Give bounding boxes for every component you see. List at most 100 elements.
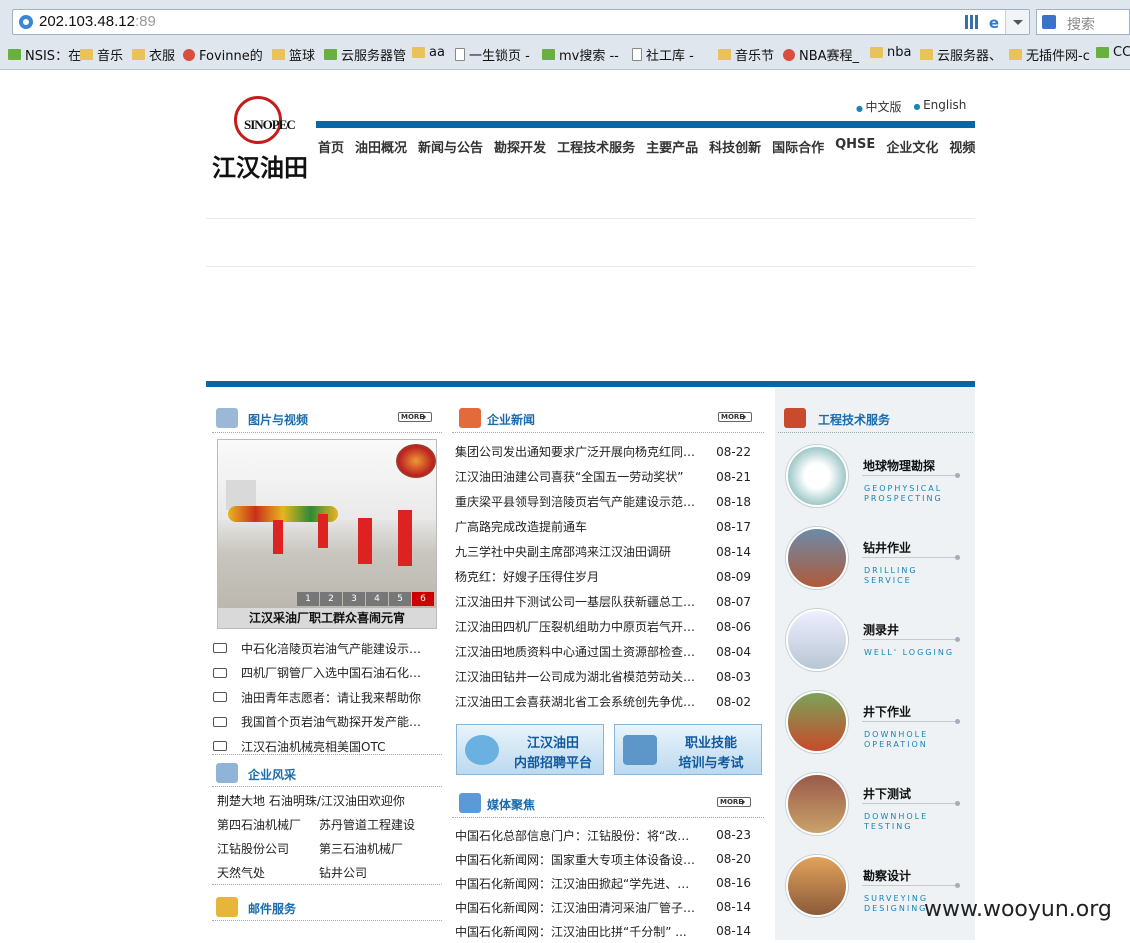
news-row[interactable]: 中国石化新闻网：江汉油田掀起“学先进、促... 08-16 xyxy=(455,871,751,895)
address-dropdown-button[interactable] xyxy=(1005,10,1029,34)
pager-button[interactable]: 5 xyxy=(389,592,411,606)
news-title[interactable]: 中国石化新闻网：江汉油田清河采油厂管子站... xyxy=(455,899,699,916)
pager-button[interactable]: 4 xyxy=(366,592,388,606)
service-item[interactable]: 钻井作业 DRILLING SERVICE xyxy=(786,527,976,609)
training-banner[interactable]: 职业技能 培训与考试 xyxy=(614,724,762,775)
bookmark-item[interactable]: 篮球 xyxy=(272,45,315,64)
news-row[interactable]: 中国石化新闻网：江汉油田清河采油厂管子站... 08-14 xyxy=(455,895,751,919)
bookmark-item[interactable]: 社工库 - xyxy=(632,45,694,64)
bookmark-item[interactable]: 衣服 xyxy=(132,45,175,64)
bookmark-item[interactable]: 一生锁页 - xyxy=(455,45,530,64)
news-row[interactable]: 中国石化新闻网：国家重大专项主体设备设计... 08-20 xyxy=(455,847,751,871)
bookmark-item[interactable]: aa xyxy=(412,45,445,60)
news-title[interactable]: 江汉油田四机厂压裂机组助力中原页岩气开发... xyxy=(455,618,699,635)
nav-item[interactable]: 首页 xyxy=(318,137,344,156)
nav-item[interactable]: 主要产品 xyxy=(646,137,698,156)
news-title[interactable]: 中国石化新闻网：国家重大专项主体设备设计... xyxy=(455,851,699,868)
news-title[interactable]: 江汉油田油建公司喜获“全国五一劳动奖状” xyxy=(455,468,699,485)
service-item[interactable]: 测录井 WELL' LOGGING xyxy=(786,609,976,691)
news-row[interactable]: 江汉油田井下测试公司一基层队获新疆总工会... 08-07 xyxy=(455,589,751,614)
ie-compat-icon[interactable]: e xyxy=(989,14,999,32)
bookmark-item[interactable]: NSIS：在 xyxy=(8,45,81,64)
media-more-button[interactable]: MORE xyxy=(717,797,751,807)
mail-service-title[interactable]: 邮件服务 xyxy=(248,900,296,917)
style-link[interactable]: 钻井公司 xyxy=(319,864,367,881)
bookmark-item[interactable]: Fovinne的 xyxy=(183,45,263,64)
company-news-title[interactable]: 企业新闻 xyxy=(487,411,535,428)
bookmark-item[interactable]: mv搜索 -- xyxy=(542,45,619,64)
bookmark-item[interactable]: CC xyxy=(1096,45,1130,60)
news-title[interactable]: 重庆梁平县领导到涪陵页岩气产能建设示范区... xyxy=(455,493,699,510)
news-title[interactable]: 广高路完成改造提前通车 xyxy=(455,518,699,535)
lang-chinese-link[interactable]: 中文版 xyxy=(856,98,902,115)
photo-video-title[interactable]: 图片与视频 xyxy=(248,411,308,428)
news-title[interactable]: 集团公司发出通知要求广泛开展向杨克红同志... xyxy=(455,443,699,460)
pager-button[interactable]: 2 xyxy=(320,592,342,606)
address-bar[interactable]: 202.103.48.12:89 e xyxy=(12,9,1030,35)
nav-item[interactable]: 勘探开发 xyxy=(494,137,546,156)
bookmark-item[interactable]: 云服务器、 xyxy=(920,45,1002,64)
style-link[interactable]: 天然气处 xyxy=(217,864,319,881)
news-row[interactable]: 江汉油田地质资料中心通过国土资源部检查组... 08-04 xyxy=(455,639,751,664)
nav-item[interactable]: QHSE xyxy=(835,137,875,156)
pager-button[interactable]: 6 xyxy=(412,592,434,606)
video-list-item[interactable]: 四机厂钢管厂入选中国石油石化装... xyxy=(213,661,427,686)
news-row[interactable]: 江汉油田四机厂压裂机组助力中原页岩气开发... 08-06 xyxy=(455,614,751,639)
style-link[interactable]: 第四石油机械厂 xyxy=(217,816,319,833)
news-title[interactable]: 中国石化新闻网：江汉油田掀起“学先进、促... xyxy=(455,875,699,892)
news-more-button[interactable]: MORE xyxy=(718,412,752,422)
video-list-item[interactable]: 油田青年志愿者：请让我来帮助你 xyxy=(213,685,427,710)
search-box[interactable]: 搜索 xyxy=(1036,9,1130,35)
photo-more-button[interactable]: MORE xyxy=(398,412,432,422)
news-title[interactable]: 江汉油田地质资料中心通过国土资源部检查组... xyxy=(455,643,699,660)
nav-item[interactable]: 国际合作 xyxy=(772,137,824,156)
service-title[interactable]: 工程技术服务 xyxy=(818,411,890,428)
nav-item[interactable]: 视频 xyxy=(949,137,975,156)
service-item[interactable]: 勘察设计 SURVEYING DESIGNING xyxy=(786,855,976,937)
qr-code-icon[interactable] xyxy=(965,15,979,29)
recruit-banner[interactable]: 江汉油田 内部招聘平台 xyxy=(456,724,604,775)
news-row[interactable]: 重庆梁平县领导到涪陵页岩气产能建设示范区... 08-18 xyxy=(455,489,751,514)
news-row[interactable]: 集团公司发出通知要求广泛开展向杨克红同志... 08-22 xyxy=(455,439,751,464)
news-title[interactable]: 杨克红：好嫂子压得住岁月 xyxy=(455,568,699,585)
pager-button[interactable]: 1 xyxy=(297,592,319,606)
news-title[interactable]: 中国石化总部信息门户：江钻股份：将“改善... xyxy=(455,827,699,844)
style-link[interactable]: 苏丹管道工程建设 xyxy=(319,816,415,833)
photo-slideshow[interactable]: 123456 江汉采油厂职工群众喜闹元宵 xyxy=(217,439,437,629)
nav-item[interactable]: 企业文化 xyxy=(886,137,938,156)
news-title[interactable]: 九三学社中央副主席邵鸿来江汉油田调研 xyxy=(455,543,699,560)
bookmark-item[interactable]: 云服务器管 xyxy=(324,45,406,64)
nav-item[interactable]: 科技创新 xyxy=(709,137,761,156)
news-row[interactable]: 中国石化总部信息门户：江钻股份：将“改善... 08-23 xyxy=(455,823,751,847)
bookmark-item[interactable]: 音乐 xyxy=(80,45,123,64)
news-title[interactable]: 江汉油田工会喜获湖北省工会系统创先争优红... xyxy=(455,693,699,710)
photo-caption[interactable]: 江汉采油厂职工群众喜闹元宵 xyxy=(218,608,436,628)
news-row[interactable]: 中国石化新闻网：江汉油田比拼“千分制” ... 08-14 xyxy=(455,919,751,943)
style-link[interactable]: 荆楚大地 石油明珠/江汉油田欢迎你 xyxy=(217,792,437,809)
lang-english-link[interactable]: English xyxy=(914,98,966,115)
style-link[interactable]: 第三石油机械厂 xyxy=(319,840,403,857)
service-item[interactable]: 地球物理勘探 GEOPHYSICAL PROSPECTING xyxy=(786,445,976,527)
news-row[interactable]: 九三学社中央副主席邵鸿来江汉油田调研 08-14 xyxy=(455,539,751,564)
bookmark-item[interactable]: NBA赛程_ xyxy=(783,45,859,64)
nav-item[interactable]: 新闻与公告 xyxy=(418,137,483,156)
news-row[interactable]: 杨克红：好嫂子压得住岁月 08-09 xyxy=(455,564,751,589)
news-title[interactable]: 中国石化新闻网：江汉油田比拼“千分制” ... xyxy=(455,923,699,940)
pager-button[interactable]: 3 xyxy=(343,592,365,606)
news-title[interactable]: 江汉油田钻井一公司成为湖北省模范劳动关系... xyxy=(455,668,699,685)
service-item[interactable]: 井下测试 DOWNHOLE TESTING xyxy=(786,773,976,855)
bookmark-item[interactable]: nba xyxy=(870,45,911,60)
nav-item[interactable]: 油田概况 xyxy=(355,137,407,156)
news-row[interactable]: 江汉油田钻井一公司成为湖北省模范劳动关系... 08-03 xyxy=(455,664,751,689)
search-engine-icon[interactable] xyxy=(1042,15,1056,29)
bookmark-item[interactable]: 音乐节 xyxy=(718,45,774,64)
media-focus-title[interactable]: 媒体聚焦 xyxy=(487,796,535,813)
video-list-item[interactable]: 我国首个页岩油气勘探开发产能建... xyxy=(213,710,427,735)
site-logo[interactable]: SINOPEC 江汉油田 xyxy=(210,96,310,182)
news-title[interactable]: 江汉油田井下测试公司一基层队获新疆总工会... xyxy=(455,593,699,610)
news-row[interactable]: 江汉油田油建公司喜获“全国五一劳动奖状” 08-21 xyxy=(455,464,751,489)
news-row[interactable]: 广高路完成改造提前通车 08-17 xyxy=(455,514,751,539)
service-item[interactable]: 井下作业 DOWNHOLE OPERATION xyxy=(786,691,976,773)
style-link[interactable]: 江钻股份公司 xyxy=(217,840,319,857)
nav-item[interactable]: 工程技术服务 xyxy=(557,137,635,156)
